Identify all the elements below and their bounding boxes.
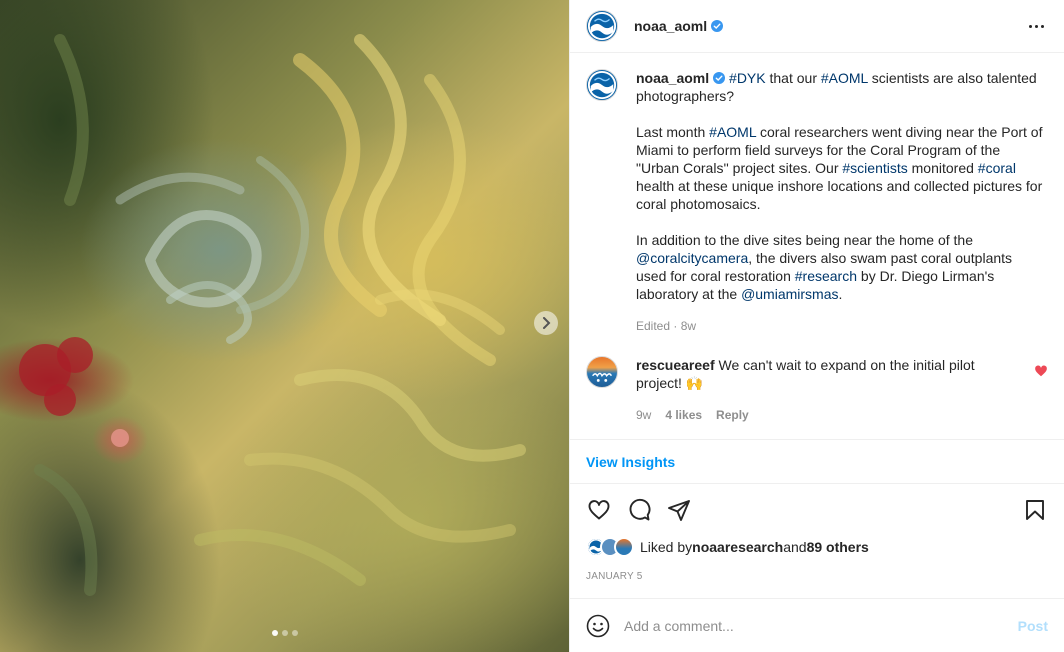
carousel-dot [281,630,288,636]
verified-badge-icon [713,72,726,84]
save-button[interactable] [1022,497,1048,523]
view-insights-link[interactable]: View Insights [586,454,675,470]
mention-link[interactable]: @coralcitycamera [636,250,748,266]
caption-author-avatar[interactable] [586,69,618,101]
comment-author[interactable]: rescueareef [636,357,715,373]
caption-text-segment: monitored [907,160,978,176]
hashtag-link[interactable]: #DYK [729,70,766,86]
add-comment-bar: Post [570,598,1064,652]
heart-icon [588,500,610,520]
caption-paragraph-1: noaa_aoml #DYK that our #AOML scientists… [636,69,1046,105]
comment-button[interactable] [626,497,652,523]
commenter-avatar[interactable] [586,356,618,388]
noaa-logo-icon [587,70,617,100]
next-photo-button[interactable] [534,311,558,335]
hashtag-link[interactable]: #research [795,268,857,284]
hashtag-link[interactable]: #AOML [821,70,868,86]
likes-others-link[interactable]: 89 others [807,539,869,555]
likes-summary: Liked by noaaresearch and 89 others [586,536,869,558]
insights-row: View Insights [570,441,1064,484]
comment-input[interactable] [624,617,1018,634]
caption-paragraph-3: In addition to the dive sites being near… [636,231,1046,303]
likes-mid: and [783,539,807,555]
caption-paragraph-2: Last month #AOML coral researchers went … [636,123,1046,213]
chevron-right-icon [543,317,551,329]
post-details-panel: noaa_aoml noaa_aoml #DYK that our #AOML … [569,0,1064,652]
caption-text-segment: that our [765,70,821,86]
share-button[interactable] [666,497,692,523]
hashtag-link[interactable]: #scientists [842,160,907,176]
likes-prefix: Liked by [640,539,693,555]
hashtag-link[interactable]: #AOML [709,124,756,140]
comment-item: rescueareef We can't wait to expand on t… [586,356,1048,424]
caption-text: noaa_aoml #DYK that our #AOML scientists… [636,69,1046,335]
emoji-icon[interactable] [586,614,610,638]
mention-link[interactable]: @umiamirsmas [741,286,838,302]
comment-age: 9w [636,408,652,422]
caption-text-segment: health at these unique inshore locations… [636,178,1043,212]
caption-text-segment: Last month [636,124,710,140]
caption-text-segment: . [838,286,843,302]
caption-text-segment: In addition to the dive sites being near… [636,232,974,248]
carousel-indicator [0,630,569,636]
liker-username[interactable]: noaaresearch [692,539,783,555]
post-dialog: noaa_aoml noaa_aoml #DYK that our #AOML … [0,0,1064,652]
author-avatar[interactable] [586,10,618,42]
reply-button[interactable]: Reply [716,406,749,424]
bookmark-icon [1026,500,1044,520]
verified-badge-icon [711,20,724,32]
post-header: noaa_aoml [570,0,1064,53]
like-button[interactable] [586,497,612,523]
comment-actions: 9w 4 likes Reply [636,406,1016,424]
post-date[interactable]: JANUARY 5 [586,571,642,582]
hashtag-link[interactable]: #coral [978,160,1016,176]
noaa-logo-icon [587,11,617,41]
comment-bubble-icon [629,498,651,521]
rescueareef-logo-icon [592,372,613,382]
post-photo[interactable] [0,0,569,652]
post-comment-button[interactable]: Post [1018,618,1048,634]
comments-section: noaa_aoml #DYK that our #AOML scientists… [570,53,1064,440]
caption-author[interactable]: noaa_aoml [636,70,709,86]
carousel-dot [271,630,278,636]
comment-likes-link[interactable]: 4 likes [665,406,702,424]
post-action-bar [570,494,1064,526]
comment-body: rescueareef We can't wait to expand on t… [636,356,1016,424]
carousel-dot [291,630,298,636]
paper-plane-icon [668,500,690,521]
more-options-button[interactable] [1024,14,1048,38]
author-username[interactable]: noaa_aoml [634,18,707,34]
liker-avatar[interactable] [614,537,634,557]
more-horizontal-icon [1028,24,1032,28]
caption: noaa_aoml #DYK that our #AOML scientists… [586,69,1048,335]
coral-photo-texture [19,34,526,596]
liker-avatars [586,537,634,557]
caption-meta: Edited · 8w [636,319,697,333]
comment-like-heart-icon[interactable] [1034,364,1048,378]
